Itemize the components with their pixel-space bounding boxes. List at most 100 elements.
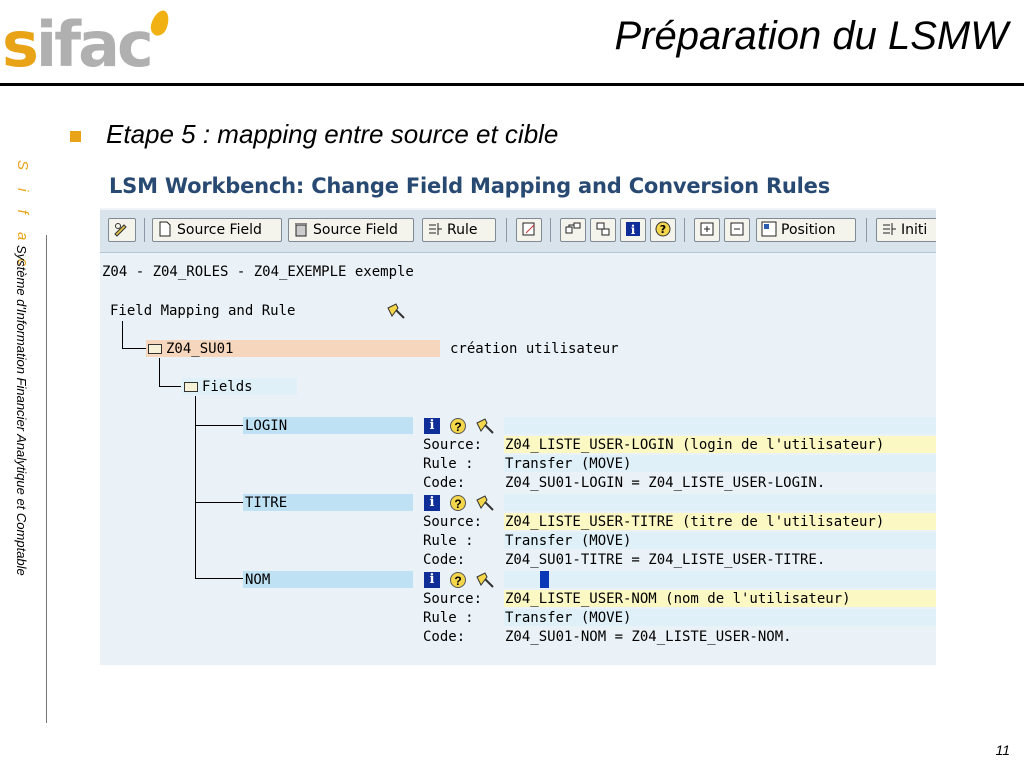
pencil-glasses-icon [114, 223, 127, 237]
sap-screen: Source Field Source Field Rule i ? Posit… [100, 208, 936, 665]
rule-value[interactable]: Transfer (MOVE) [505, 456, 631, 472]
source-label: Source: [423, 437, 483, 453]
info-icon[interactable]: i [424, 418, 440, 434]
code-value[interactable]: Z04_SU01-LOGIN = Z04_LISTE_USER-LOGIN. [505, 475, 825, 491]
side-divider [46, 235, 47, 723]
title-divider [0, 83, 1024, 86]
text-cursor [540, 571, 549, 588]
logo-drop-icon [148, 8, 172, 38]
tree-line [195, 502, 243, 503]
rule-label: Rule [447, 222, 478, 238]
rule-button[interactable]: Rule [422, 218, 496, 242]
info-icon[interactable]: i [424, 495, 440, 511]
svg-text:?: ? [660, 223, 666, 236]
field-row-highlight [504, 494, 936, 511]
create-source-field-button[interactable]: Source Field [152, 218, 282, 242]
collapse-all-button[interactable] [724, 218, 750, 242]
code-label: Code: [423, 552, 466, 568]
expand-all-button[interactable] [694, 218, 720, 242]
code-label: Code: [423, 629, 466, 645]
question-icon[interactable]: ? [450, 572, 466, 588]
wand-icon[interactable] [475, 571, 495, 589]
delete-source-field-button[interactable]: Source Field [288, 218, 414, 242]
question-icon[interactable]: ? [450, 418, 466, 434]
code-label: Code: [423, 475, 466, 491]
object-node[interactable]: Z04_SU01 [148, 341, 233, 357]
question-icon: ? [655, 221, 671, 237]
delete-source-field-label: Source Field [313, 222, 398, 238]
page-number: 11 [995, 742, 1010, 758]
wand-icon[interactable] [475, 417, 495, 435]
application-toolbar: Source Field Source Field Rule i ? Posit… [100, 208, 936, 253]
initial-rule-icon [883, 223, 896, 235]
tree-line [195, 396, 196, 578]
code-value[interactable]: Z04_SU01-NOM = Z04_LISTE_USER-NOM. [505, 629, 792, 645]
sap-window-title: LSM Workbench: Change Field Mapping and … [109, 174, 831, 198]
source-value[interactable]: Z04_LISTE_USER-LOGIN (login de l'utilisa… [505, 437, 884, 453]
source-label: Source: [423, 514, 483, 530]
logo-text: sifac [2, 8, 154, 81]
sifac-logo: sifac [2, 8, 182, 84]
object-node-name: Z04_SU01 [166, 341, 234, 357]
edit-note-button[interactable] [516, 218, 542, 242]
create-source-field-label: Source Field [177, 222, 262, 238]
object-node-description: création utilisateur [450, 341, 619, 357]
bullet-square-icon [70, 131, 81, 142]
source-label: Source: [423, 591, 483, 607]
field-node-nom[interactable]: NOM [245, 572, 270, 588]
rule-label: Rule : [423, 610, 474, 626]
field-row-highlight [504, 417, 936, 434]
tree-line [122, 321, 123, 348]
expand-subtree-button[interactable] [560, 218, 586, 242]
rule-label: Rule : [423, 533, 474, 549]
collapse-all-icon [730, 222, 744, 236]
trash-icon [295, 223, 307, 237]
rule-value[interactable]: Transfer (MOVE) [505, 610, 631, 626]
initial-field-label: Initi [901, 222, 928, 238]
rule-label: Rule : [423, 456, 474, 472]
wand-icon[interactable] [475, 494, 495, 512]
code-value[interactable]: Z04_SU01-TITRE = Z04_LISTE_USER-TITRE. [505, 552, 825, 568]
fields-node[interactable]: Fields [184, 379, 253, 395]
help-button[interactable]: ? [650, 218, 676, 242]
source-value[interactable]: Z04_LISTE_USER-TITRE (titre de l'utilisa… [505, 514, 884, 530]
field-row-highlight [504, 571, 936, 588]
object-header-line: Z04 - Z04_ROLES - Z04_EXEMPLE exemple [102, 264, 414, 280]
field-node-titre[interactable]: TITRE [245, 495, 287, 511]
toolbar-separator [550, 218, 551, 242]
tree-expand-icon [565, 222, 581, 234]
collapse-subtree-button[interactable] [590, 218, 616, 242]
toolbar-separator [684, 218, 685, 242]
notepad-pencil-icon [522, 222, 535, 236]
info-button[interactable]: i [620, 218, 646, 242]
source-value[interactable]: Z04_LISTE_USER-NOM (nom de l'utilisateur… [505, 591, 851, 607]
tree-line [159, 358, 160, 386]
rule-icon [429, 223, 442, 235]
info-icon: i [626, 222, 640, 237]
position-icon [761, 221, 777, 237]
toolbar-separator [506, 218, 507, 242]
fields-node-label: Fields [202, 379, 253, 395]
toolbar-separator [144, 218, 145, 242]
bullet-text: Etape 5 : mapping entre source et cible [106, 119, 559, 149]
tree-line [195, 425, 243, 426]
tree-root-label: Field Mapping and Rule [110, 303, 296, 319]
position-button[interactable]: Position [756, 218, 856, 242]
info-icon[interactable]: i [424, 572, 440, 588]
question-icon[interactable]: ? [450, 495, 466, 511]
field-node-login[interactable]: LOGIN [245, 418, 287, 434]
display-change-button[interactable] [108, 218, 136, 242]
wand-icon[interactable] [386, 302, 406, 320]
folder-open-icon [184, 382, 198, 392]
side-brand-description: Système d'Information Financier Analytiq… [14, 245, 29, 576]
expand-all-icon [700, 222, 714, 236]
blank-document-icon [159, 221, 171, 237]
svg-text:i: i [631, 223, 636, 237]
tree-line [195, 578, 243, 579]
rule-value[interactable]: Transfer (MOVE) [505, 533, 631, 549]
initial-field-button[interactable]: Initi [876, 218, 936, 242]
tree-collapse-icon [596, 222, 610, 236]
slide-title: Préparation du LSMW [614, 14, 1008, 58]
folder-open-icon [148, 344, 162, 354]
tree-line [122, 348, 146, 349]
